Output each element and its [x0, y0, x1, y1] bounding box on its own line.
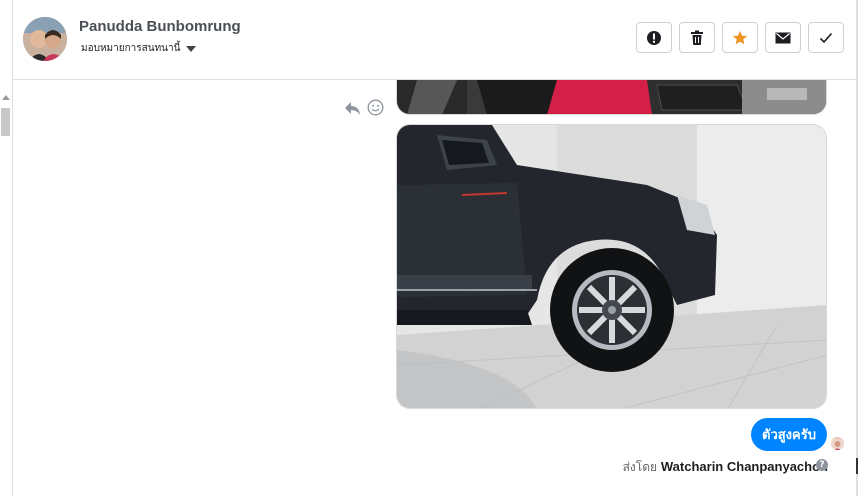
trash-icon [691, 30, 703, 45]
emoji-icon[interactable] [367, 99, 384, 116]
envelope-icon [775, 32, 791, 43]
message-text: ตัวสูงครับ [762, 428, 816, 443]
mark-unread-button[interactable] [765, 22, 801, 53]
star-icon [733, 30, 747, 44]
message-image[interactable] [396, 124, 827, 409]
message-tools [344, 99, 384, 116]
seen-avatar [831, 437, 844, 450]
exclamation-icon [647, 30, 661, 45]
spam-button[interactable] [636, 22, 672, 53]
sent-by-line: ส่งโดย Watcharin Chanpanyachon [623, 458, 828, 477]
assign-conversation-dropdown[interactable]: มอบหมายการสนทนานี้ [81, 41, 197, 56]
message-bubble[interactable]: ตัวสูงครับ [751, 418, 827, 451]
conversation-header: Panudda Bunbomrung มอบหมายการสนทนานี้ [13, 0, 856, 80]
reply-icon[interactable] [344, 100, 362, 116]
left-scrollbar[interactable] [0, 0, 13, 496]
follow-up-button[interactable] [722, 22, 758, 53]
contact-avatar[interactable] [23, 17, 67, 61]
mark-done-button[interactable] [808, 22, 844, 53]
scrollbar-thumb[interactable] [1, 108, 10, 136]
check-icon [819, 32, 833, 43]
delete-button[interactable] [679, 22, 715, 53]
caret-down-icon [186, 45, 197, 52]
assign-label: มอบหมายการสนทนานี้ [81, 43, 181, 54]
sender-name[interactable]: Watcharin Chanpanyachon [661, 459, 828, 474]
sent-by-prefix: ส่งโดย [622, 460, 658, 474]
help-icon[interactable]: ? [816, 459, 828, 471]
message-image[interactable] [396, 80, 827, 115]
help-glyph: ? [819, 460, 825, 470]
contact-name: Panudda Bunbomrung [79, 18, 241, 35]
scroll-up-arrow-icon[interactable] [2, 95, 10, 100]
conversation-actions [636, 22, 844, 53]
